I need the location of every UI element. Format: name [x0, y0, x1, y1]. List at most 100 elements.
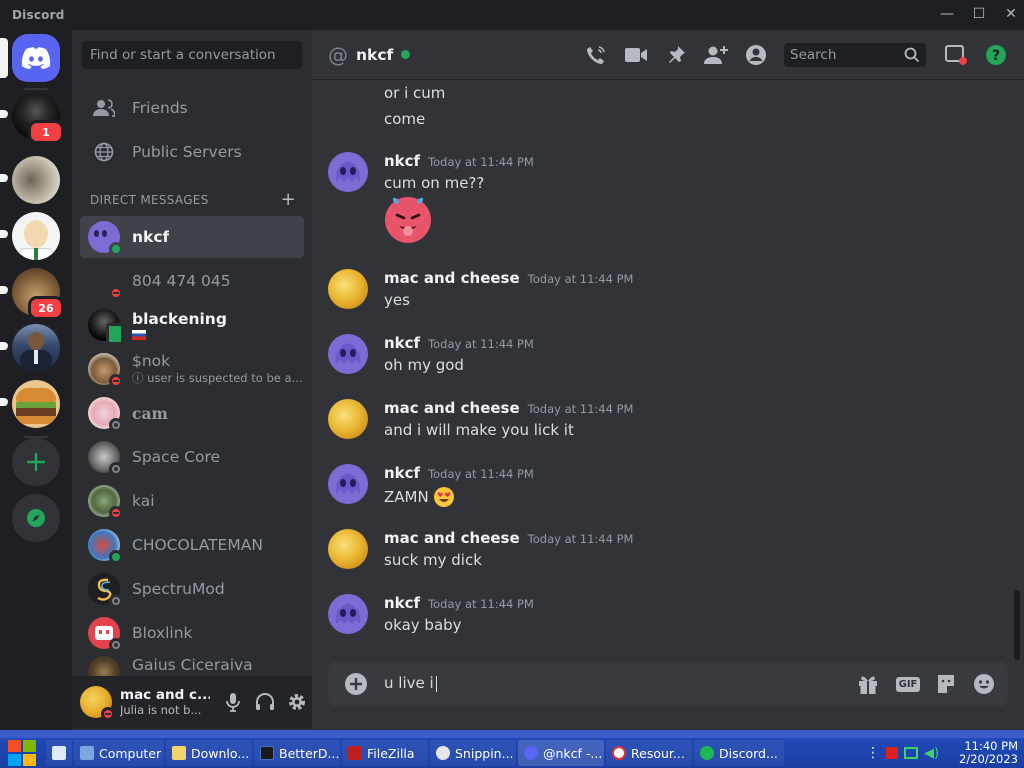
server-icon[interactable]: 1: [0, 92, 64, 144]
voice-call-button[interactable]: [584, 43, 608, 67]
server-icon[interactable]: [0, 212, 60, 260]
tray-overflow-icon[interactable]: ⋮: [866, 745, 880, 761]
close-button[interactable]: ✕: [1004, 6, 1018, 22]
network-icon[interactable]: [903, 747, 918, 759]
emoji-button[interactable]: [972, 672, 996, 696]
dm-sidebar: Find or start a conversation Friends Pub…: [72, 30, 312, 730]
chat-header: @ nkcf Search ?: [312, 30, 1024, 80]
add-server-button[interactable]: [12, 438, 60, 486]
folder-icon: [172, 746, 186, 760]
taskbar-top-band: [0, 730, 1024, 738]
nav-public-servers[interactable]: Public Servers: [80, 131, 304, 173]
author-avatar[interactable]: [328, 594, 368, 634]
message-input[interactable]: u live i: [384, 674, 437, 692]
server-rail: 1 26: [0, 30, 72, 730]
avatar: [88, 656, 120, 676]
author-name[interactable]: nkcf: [384, 152, 420, 170]
find-conversation-input[interactable]: Find or start a conversation: [82, 41, 302, 69]
author-name[interactable]: nkcf: [384, 334, 420, 352]
dm-item-nkcf[interactable]: nkcf: [80, 216, 304, 258]
author-name[interactable]: mac and cheese: [384, 269, 520, 287]
deafen-button[interactable]: [254, 691, 276, 713]
server-icon[interactable]: [0, 324, 60, 372]
taskbar-item[interactable]: Downlo...: [166, 740, 252, 766]
status-dnd-icon: [109, 374, 123, 388]
dm-item-gaius[interactable]: Gaius Ciceraiva: [80, 656, 304, 676]
taskbar-item[interactable]: Resour...: [606, 740, 692, 766]
mute-button[interactable]: [222, 691, 244, 713]
profile-icon: [746, 45, 766, 65]
add-friends-to-dm-button[interactable]: [704, 43, 728, 67]
taskbar-item[interactable]: Computer: [74, 740, 164, 766]
nav-friends[interactable]: Friends: [80, 87, 304, 129]
sticker-button[interactable]: [934, 672, 958, 696]
dm-name: nkcf: [132, 228, 170, 246]
minimize-button[interactable]: —: [940, 6, 954, 22]
show-desktop-button[interactable]: [46, 740, 72, 766]
gif-button[interactable]: GIF: [895, 672, 921, 696]
author-avatar[interactable]: [328, 529, 368, 569]
user-profile-button[interactable]: [744, 43, 768, 67]
maximize-button[interactable]: ☐: [972, 6, 986, 22]
dm-item-blackening[interactable]: blackening: [80, 304, 304, 346]
taskbar-item[interactable]: @nkcf -...: [518, 740, 604, 766]
dm-item-spectrumod[interactable]: SpectruMod: [80, 568, 304, 610]
dm-item-kai[interactable]: kai: [80, 480, 304, 522]
clock[interactable]: 11:40 PM 2/20/2023: [959, 740, 1018, 766]
app-title: Discord: [12, 8, 65, 22]
dm-item-snok[interactable]: $nok ⓘ user is suspected to be a p...: [80, 348, 304, 390]
author-avatar[interactable]: [328, 269, 368, 309]
user-settings-button[interactable]: [286, 691, 308, 713]
dm-name: CHOCOLATEMAN: [132, 536, 263, 554]
pinned-messages-button[interactable]: [664, 43, 688, 67]
author-name[interactable]: mac and cheese: [384, 529, 520, 547]
author-name[interactable]: mac and cheese: [384, 399, 520, 417]
author-avatar[interactable]: [328, 464, 368, 504]
status-offline-icon: [109, 462, 123, 476]
flag-icon[interactable]: [885, 747, 898, 759]
create-dm-button[interactable]: +: [281, 191, 296, 209]
dm-item-space-core[interactable]: Space Core: [80, 436, 304, 478]
user-avatar[interactable]: [80, 686, 115, 721]
dm-item-bloxlink[interactable]: Bloxlink: [80, 612, 304, 654]
server-icon[interactable]: [0, 156, 60, 204]
author-name[interactable]: nkcf: [384, 464, 420, 482]
search-input[interactable]: Search: [784, 43, 926, 67]
explore-servers-button[interactable]: [12, 494, 60, 542]
server-icon[interactable]: [0, 380, 60, 428]
search-icon: [904, 47, 920, 63]
taskbar-item[interactable]: Snippin...: [430, 740, 516, 766]
avatar: [88, 441, 123, 476]
help-button[interactable]: ?: [984, 43, 1008, 67]
dm-name: SpectruMod: [132, 580, 225, 598]
inbox-button[interactable]: [944, 43, 968, 67]
nav-label: Friends: [132, 99, 188, 117]
mention-badge: 1: [28, 120, 64, 144]
discord-logo-icon: [21, 47, 51, 69]
hot-face-emoji: [384, 196, 432, 248]
gift-button[interactable]: [856, 672, 880, 696]
home-button[interactable]: [0, 34, 60, 82]
taskbar-item[interactable]: Discord...: [694, 740, 784, 766]
author-avatar[interactable]: [328, 334, 368, 374]
gift-icon: [859, 676, 877, 694]
taskbar-item[interactable]: BetterD...: [254, 740, 340, 766]
author-avatar[interactable]: [328, 399, 368, 439]
dm-item-cam[interactable]: cam: [80, 392, 304, 434]
author-avatar[interactable]: [328, 152, 368, 192]
inbox-icon: [945, 45, 967, 65]
message-composer[interactable]: u live i GIF: [328, 662, 1008, 706]
taskbar-item[interactable]: FileZilla: [342, 740, 428, 766]
author-name[interactable]: nkcf: [384, 594, 420, 612]
system-tray: ⋮ ◀) 11:40 PM 2/20/2023: [866, 738, 1024, 768]
plus-icon: [26, 452, 46, 472]
dm-item-804474045[interactable]: 804 474 045: [80, 260, 304, 302]
attach-plus-icon[interactable]: [344, 672, 368, 696]
video-call-button[interactable]: [624, 43, 648, 67]
volume-icon[interactable]: ◀): [924, 746, 939, 761]
unread-pill: [0, 342, 8, 350]
server-icon[interactable]: 26: [0, 268, 64, 320]
start-button[interactable]: [0, 738, 44, 768]
message-scrollbar[interactable]: [1014, 590, 1020, 660]
dm-item-chocolateman[interactable]: CHOCOLATEMAN: [80, 524, 304, 566]
